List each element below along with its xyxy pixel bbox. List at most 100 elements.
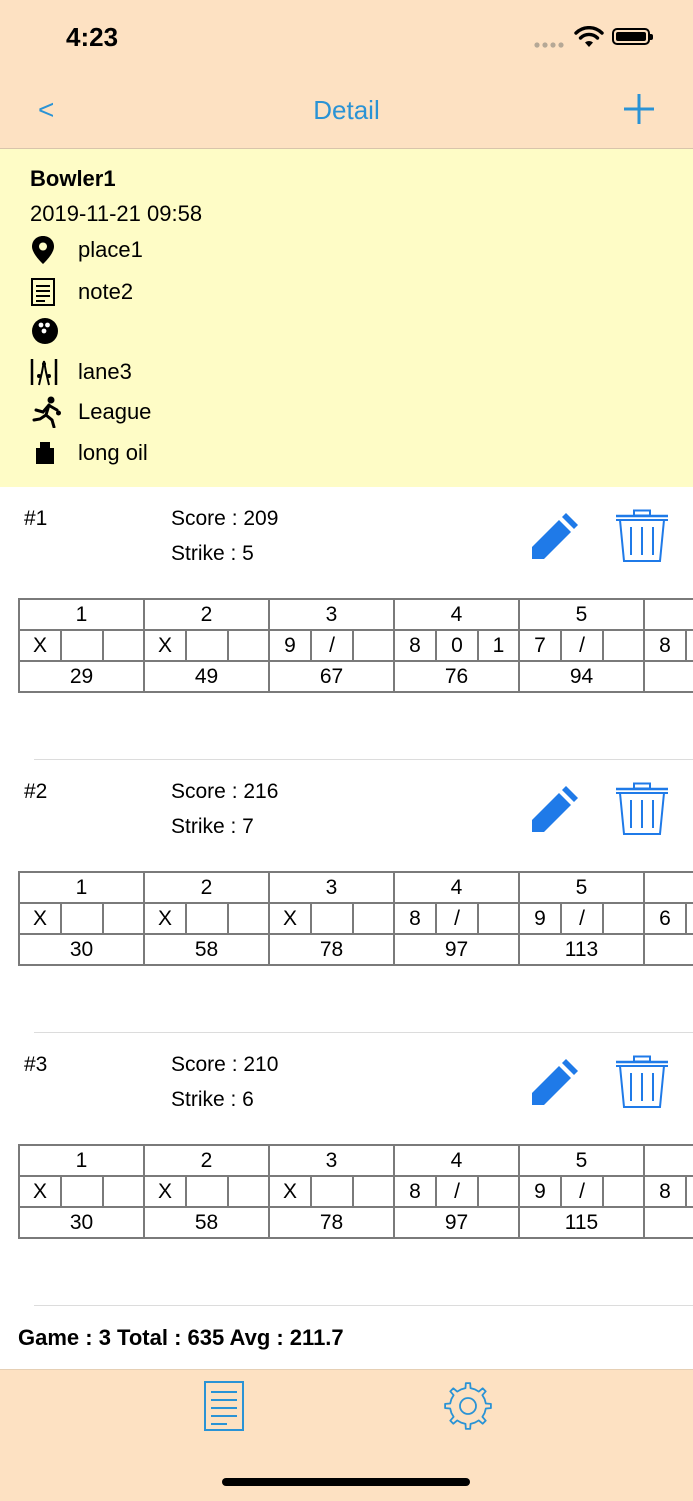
- frame-ball-mark: [227, 1175, 270, 1208]
- frame-ball-mark: 8: [393, 1175, 437, 1208]
- game-number: #1: [24, 507, 48, 530]
- frame-running-total: 1: [642, 933, 693, 966]
- frame-ball-mark: [60, 629, 104, 662]
- top-bar: 4:23 < Detail: [0, 0, 693, 149]
- frame-ball-mark: X: [143, 902, 187, 935]
- game-type-text: League: [78, 399, 152, 424]
- frame-running-total: 58: [143, 933, 270, 966]
- game-type-row: League: [30, 396, 151, 428]
- frame-running-total: 49: [143, 660, 270, 693]
- frame-number: 4: [393, 598, 520, 631]
- plus-icon[interactable]: [622, 92, 656, 126]
- frame-ball-mark: [685, 629, 693, 662]
- delete-trash-icon[interactable]: [614, 509, 670, 563]
- frame-number: 3: [268, 1144, 395, 1177]
- game-card: #1 Score : 209 Strike : 5 1 2 3 4 5 X X 9/8 0 1 7/8 29…: [0, 487, 693, 760]
- game-score: Score : 209: [171, 507, 279, 530]
- frame-ball-mark: [185, 902, 229, 935]
- frame-ball-mark: [602, 1175, 645, 1208]
- score-frames-table: 12345XX9/8017/829496776941: [18, 598, 693, 693]
- edit-pencil-icon[interactable]: [528, 1055, 582, 1109]
- bowler-name: Bowler1: [30, 166, 116, 191]
- bowling-lane-icon: [30, 356, 66, 388]
- frame-running-total: 78: [268, 933, 395, 966]
- frame-number: 2: [143, 1144, 270, 1177]
- frame-ball-mark: X: [268, 1175, 312, 1208]
- note-document-icon: [30, 276, 66, 308]
- frame-ball-mark: [102, 629, 145, 662]
- frame-number: 3: [268, 871, 395, 904]
- frame-ball-mark: X: [143, 629, 187, 662]
- frame-ball-mark: [477, 902, 520, 935]
- oil-text: long oil: [78, 440, 148, 465]
- frame-running-total: 97: [393, 933, 520, 966]
- frame-number: [642, 598, 693, 631]
- edit-pencil-icon[interactable]: [528, 509, 582, 563]
- frame-running-total: 30: [18, 1206, 145, 1239]
- game-score: Score : 216: [171, 780, 279, 803]
- frame-ball-mark: /: [435, 1175, 479, 1208]
- game-number: #3: [24, 1053, 48, 1076]
- status-time: 4:23: [66, 22, 119, 52]
- frame-ball-mark: 8: [643, 629, 687, 662]
- game-card: #2 Score : 216 Strike : 7 1 2 3 4 5 X X X 8/9/6 30 58…: [0, 760, 693, 1033]
- oil-pattern-icon: [30, 437, 66, 469]
- frame-ball-mark: 9: [268, 629, 312, 662]
- score-frames-table: 12345XXX8/9/8305878971151: [18, 1144, 693, 1239]
- bowling-ball-icon: [30, 315, 66, 347]
- frame-ball-mark: 9: [518, 902, 562, 935]
- edit-pencil-icon[interactable]: [528, 782, 582, 836]
- delete-trash-icon[interactable]: [614, 782, 670, 836]
- battery-icon: [612, 28, 653, 45]
- frame-ball-mark: 0: [435, 629, 479, 662]
- game-strike-count: Strike : 5: [171, 542, 254, 565]
- document-list-icon[interactable]: [203, 1380, 245, 1432]
- frame-number: 2: [143, 871, 270, 904]
- game-card: #3 Score : 210 Strike : 6 1 2 3 4 5 X X X 8/9/8 30 58…: [0, 1033, 693, 1306]
- frame-ball-mark: [685, 1175, 693, 1208]
- home-indicator: [222, 1478, 470, 1486]
- frame-ball-mark: [352, 902, 395, 935]
- frame-ball-mark: [602, 629, 645, 662]
- frame-number: 5: [518, 871, 645, 904]
- frame-ball-mark: /: [435, 902, 479, 935]
- frame-ball-mark: [310, 902, 354, 935]
- score-frames-table: 12345XXX8/9/6305878971131: [18, 871, 693, 966]
- frame-number: 3: [268, 598, 395, 631]
- frame-ball-mark: /: [560, 902, 604, 935]
- place-row: place1: [30, 234, 143, 266]
- frame-number: 1: [18, 1144, 145, 1177]
- frame-running-total: 97: [393, 1206, 520, 1239]
- ball-row: [30, 315, 78, 347]
- frame-ball-mark: 9: [518, 1175, 562, 1208]
- cellular-signal-icon: [534, 42, 564, 48]
- frame-ball-mark: 8: [393, 629, 437, 662]
- game-strike-count: Strike : 7: [171, 815, 254, 838]
- frame-ball-mark: 8: [393, 902, 437, 935]
- frame-number: 5: [518, 1144, 645, 1177]
- frame-number: 2: [143, 598, 270, 631]
- frame-running-total: 78: [268, 1206, 395, 1239]
- settings-gear-icon[interactable]: [443, 1381, 493, 1431]
- game-separator: [34, 1305, 693, 1306]
- frame-number: [642, 1144, 693, 1177]
- delete-trash-icon[interactable]: [614, 1055, 670, 1109]
- note-row: note2: [30, 276, 133, 308]
- frame-ball-mark: X: [18, 1175, 62, 1208]
- frame-number: 1: [18, 598, 145, 631]
- note-text: note2: [78, 279, 134, 304]
- frame-running-total: 115: [518, 1206, 645, 1239]
- frame-ball-mark: [352, 1175, 395, 1208]
- frame-ball-mark: [185, 1175, 229, 1208]
- frame-running-total: 29: [18, 660, 145, 693]
- frame-ball-mark: 7: [518, 629, 562, 662]
- game-number: #2: [24, 780, 48, 803]
- frame-ball-mark: 1: [477, 629, 520, 662]
- frame-running-total: 58: [143, 1206, 270, 1239]
- frame-running-total: 67: [268, 660, 395, 693]
- frame-ball-mark: /: [310, 629, 354, 662]
- frame-running-total: 94: [518, 660, 645, 693]
- page-title: Detail: [313, 95, 380, 125]
- frame-ball-mark: X: [143, 1175, 187, 1208]
- frame-running-total: 1: [642, 660, 693, 693]
